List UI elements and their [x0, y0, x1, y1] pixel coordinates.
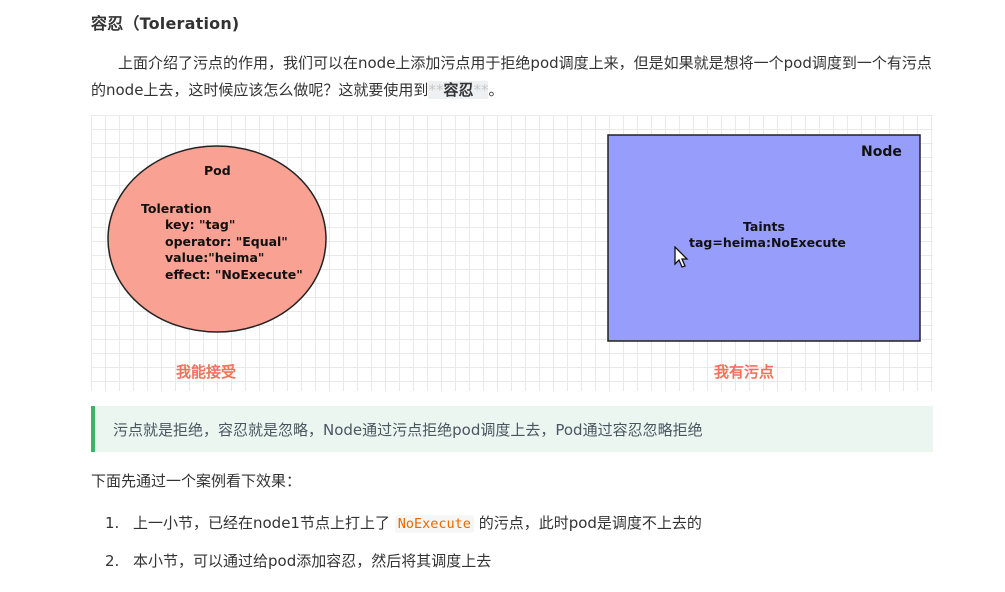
pod-effect-line: effect: "NoExecute" — [165, 267, 303, 282]
pod-key-line: key: "tag" — [165, 217, 235, 232]
pod-value-line: value:"heima" — [165, 250, 264, 265]
list-item: 1. 上一小节，已经在node1节点上打上了 NoExecute 的污点，此时po… — [105, 514, 702, 533]
toleration-diagram: Pod Toleration key: "tag" operator: "Equ… — [91, 115, 933, 391]
case-lead: 下面先通过一个案例看下效果： — [91, 472, 302, 490]
markdown-marker-open: ** — [428, 81, 444, 99]
node-taints-label: Taints — [743, 219, 785, 234]
intro-tail: 。 — [488, 81, 504, 99]
inline-code: NoExecute — [394, 515, 474, 533]
node-caption: 我有污点 — [714, 363, 774, 381]
pod-operator-line: operator: "Equal" — [165, 234, 288, 249]
list-item: 2. 本小节，可以通过给pod添加容忍，然后将其调度上去 — [105, 552, 492, 570]
toleration-term: 容忍 — [443, 81, 474, 99]
node-taint-line: tag=heima:NoExecute — [689, 235, 846, 250]
pod-caption: 我能接受 — [176, 363, 236, 381]
mouse-cursor-icon — [674, 246, 689, 268]
node-title: Node — [861, 144, 902, 160]
list-number: 2. — [105, 552, 120, 570]
list-number: 1. — [105, 514, 120, 532]
pod-toleration-label: Toleration — [141, 201, 212, 216]
intro-paragraph: 上面介绍了污点的作用，我们可以在node上添加污点用于拒绝pod调度上来，但是如… — [91, 50, 941, 104]
pod-title: Pod — [204, 163, 231, 178]
tip-callout: 污点就是拒绝，容忍就是忽略，Node通过污点拒绝pod调度上去，Pod通过容忍忽… — [91, 406, 933, 452]
tip-text: 污点就是拒绝，容忍就是忽略，Node通过污点拒绝pod调度上去，Pod通过容忍忽… — [113, 421, 703, 439]
intro-text: 上面介绍了污点的作用，我们可以在node上添加污点用于拒绝pod调度上来，但是如… — [91, 54, 932, 99]
markdown-marker-close: ** — [473, 81, 489, 99]
section-heading: 容忍（Toleration) — [91, 14, 240, 33]
